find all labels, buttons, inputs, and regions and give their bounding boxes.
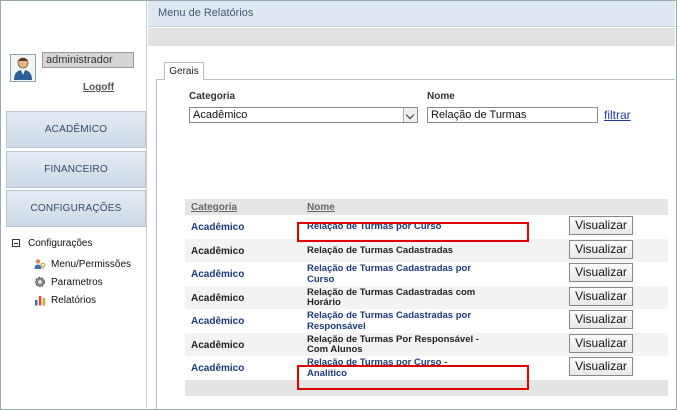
visualizar-button[interactable]: Visualizar xyxy=(569,286,633,306)
user-box: administrador Logoff xyxy=(6,52,146,102)
tree-root-configuracoes[interactable]: Configurações xyxy=(12,236,142,250)
tree-root-label: Configurações xyxy=(28,237,93,249)
collapse-toggle-icon[interactable] xyxy=(12,239,20,247)
tree-item-label: Menu/Permissões xyxy=(51,258,132,270)
bar-chart-icon xyxy=(34,294,46,306)
tab-gerais[interactable]: Gerais xyxy=(164,62,204,80)
row-nome[interactable]: Relação de Turmas Cadastradas por Curso xyxy=(307,263,487,285)
row-categoria: Acadêmico xyxy=(191,339,245,351)
row-categoria[interactable]: Acadêmico xyxy=(191,269,244,280)
page-header: Menu de Relatórios xyxy=(148,1,675,27)
visualizar-button[interactable]: Visualizar xyxy=(569,310,633,329)
menu-financeiro-button[interactable]: FINANCEIRO xyxy=(6,151,146,188)
page-title: Menu de Relatórios xyxy=(158,7,254,19)
highlight-box xyxy=(297,365,529,390)
row-categoria[interactable]: Acadêmico xyxy=(191,316,244,327)
row-categoria: Acadêmico xyxy=(191,245,245,257)
column-header-nome[interactable]: Nome xyxy=(307,202,335,213)
row-categoria: Acadêmico xyxy=(191,292,245,304)
categoria-select[interactable]: Acadêmico xyxy=(189,107,418,123)
tree-item-parametros[interactable]: Parametros xyxy=(34,273,142,291)
chevron-down-icon[interactable] xyxy=(403,108,417,122)
filtrar-link[interactable]: filtrar xyxy=(604,108,631,122)
visualizar-button[interactable]: Visualizar xyxy=(569,357,633,376)
sub-toolbar xyxy=(148,28,675,46)
column-header-categoria[interactable]: Categoria xyxy=(191,202,237,213)
logoff-link[interactable]: Logoff xyxy=(83,82,114,93)
username-field: administrador xyxy=(42,52,134,68)
tree-item-menu-permissoes[interactable]: Menu/Permissões xyxy=(34,255,142,273)
row-nome: Relação de Turmas Cadastradas com Horári… xyxy=(307,286,476,308)
categoria-label: Categoria xyxy=(189,91,236,102)
row-categoria[interactable]: Acadêmico xyxy=(191,222,244,233)
table-row: Acadêmico Relação de Turmas Por Responsá… xyxy=(185,332,668,356)
row-nome: Relação de Turmas Por Responsável - Com … xyxy=(307,333,479,355)
highlight-box xyxy=(297,222,529,242)
visualizar-button[interactable]: Visualizar xyxy=(569,239,633,259)
table-row: Acadêmico Relação de Turmas Cadastradas … xyxy=(185,238,668,262)
tree-item-label: Relatórios xyxy=(51,294,97,306)
visualizar-button[interactable]: Visualizar xyxy=(569,263,633,282)
row-nome: Relação de Turmas Cadastradas xyxy=(307,244,454,256)
table-row: Acadêmico Relação de Turmas Cadastradas … xyxy=(185,309,668,333)
config-tree: Configurações Menu/Permissões Parametros xyxy=(12,236,142,309)
table-row: Acadêmico Relação de Turmas Cadastradas … xyxy=(185,285,668,309)
users-key-icon xyxy=(34,258,46,270)
categoria-select-value: Acadêmico xyxy=(193,109,248,121)
table-row: Acadêmico Relação de Turmas Cadastradas … xyxy=(185,262,668,286)
gear-icon xyxy=(34,276,46,288)
tree-item-relatorios[interactable]: Relatórios xyxy=(34,291,142,309)
visualizar-button[interactable]: Visualizar xyxy=(569,333,633,353)
row-categoria[interactable]: Acadêmico xyxy=(191,363,244,374)
tree-item-label: Parametros xyxy=(51,276,103,288)
row-nome[interactable]: Relação de Turmas Cadastradas por Respon… xyxy=(307,310,487,332)
nome-label: Nome xyxy=(427,91,455,102)
nome-input[interactable] xyxy=(427,107,598,123)
visualizar-button[interactable]: Visualizar xyxy=(569,216,633,235)
user-avatar-icon xyxy=(10,54,36,82)
menu-academico-button[interactable]: ACADÊMICO xyxy=(6,111,146,148)
table-header: Categoria Nome xyxy=(185,199,668,215)
menu-configuracoes-button[interactable]: CONFIGURAÇÕES xyxy=(6,190,146,227)
